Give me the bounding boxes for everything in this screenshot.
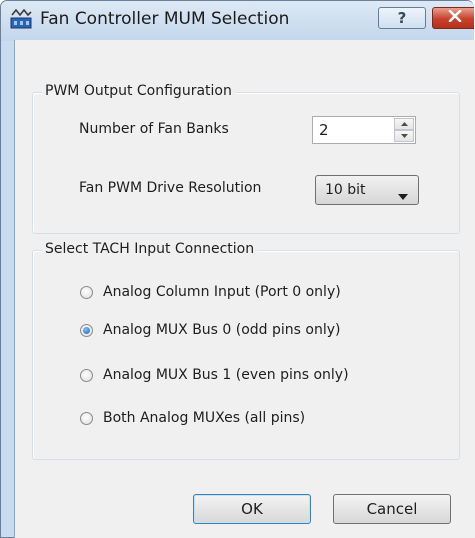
ok-button[interactable]: OK <box>193 494 311 524</box>
help-icon: ? <box>397 9 407 27</box>
tach-input-group: Select TACH Input Connection <box>32 241 460 460</box>
fan-banks-label: Number of Fan Banks <box>79 121 229 137</box>
resolution-label: Fan PWM Drive Resolution <box>79 180 262 196</box>
radio-label: Both Analog MUXes (all pins) <box>103 410 306 426</box>
radio-label: Analog MUX Bus 0 (odd pins only) <box>103 322 341 338</box>
radio-button[interactable] <box>80 285 93 299</box>
radio-both-analog-muxes[interactable]: Both Analog MUXes (all pins) <box>80 410 305 426</box>
window-title: Fan Controller MUM Selection <box>40 9 290 29</box>
radio-analog-column[interactable]: Analog Column Input (Port 0 only) <box>80 284 341 300</box>
radio-button-selected[interactable] <box>80 323 93 337</box>
tach-group-title: Select TACH Input Connection <box>42 241 258 257</box>
dropdown-arrow-icon <box>398 188 408 204</box>
radio-analog-mux-bus-0[interactable]: Analog MUX Bus 0 (odd pins only) <box>80 322 341 338</box>
stepper-down-button[interactable] <box>394 130 414 142</box>
fan-banks-stepper[interactable]: 2 <box>312 116 416 144</box>
fan-controller-icon <box>10 8 32 29</box>
stepper-buttons <box>394 118 414 142</box>
close-icon <box>448 9 462 26</box>
chevron-down-icon <box>400 134 408 138</box>
radio-button[interactable] <box>80 368 93 382</box>
cancel-button[interactable]: Cancel <box>333 494 451 524</box>
stepper-up-button[interactable] <box>394 118 414 130</box>
resolution-value: 10 bit <box>325 182 366 198</box>
help-button[interactable]: ? <box>378 7 426 29</box>
pwm-group-title: PWM Output Configuration <box>42 83 235 99</box>
chevron-up-icon <box>400 122 408 126</box>
radio-label: Analog MUX Bus 1 (even pins only) <box>103 367 349 383</box>
radio-button[interactable] <box>80 411 93 425</box>
radio-analog-mux-bus-1[interactable]: Analog MUX Bus 1 (even pins only) <box>80 367 349 383</box>
pwm-output-group: PWM Output Configuration <box>32 83 460 234</box>
fan-banks-value[interactable]: 2 <box>319 121 329 139</box>
title-bar[interactable]: Fan Controller MUM Selection ? <box>1 1 474 41</box>
close-button[interactable] <box>432 7 474 29</box>
resolution-dropdown[interactable]: 10 bit <box>315 175 419 205</box>
radio-label: Analog Column Input (Port 0 only) <box>103 284 341 300</box>
